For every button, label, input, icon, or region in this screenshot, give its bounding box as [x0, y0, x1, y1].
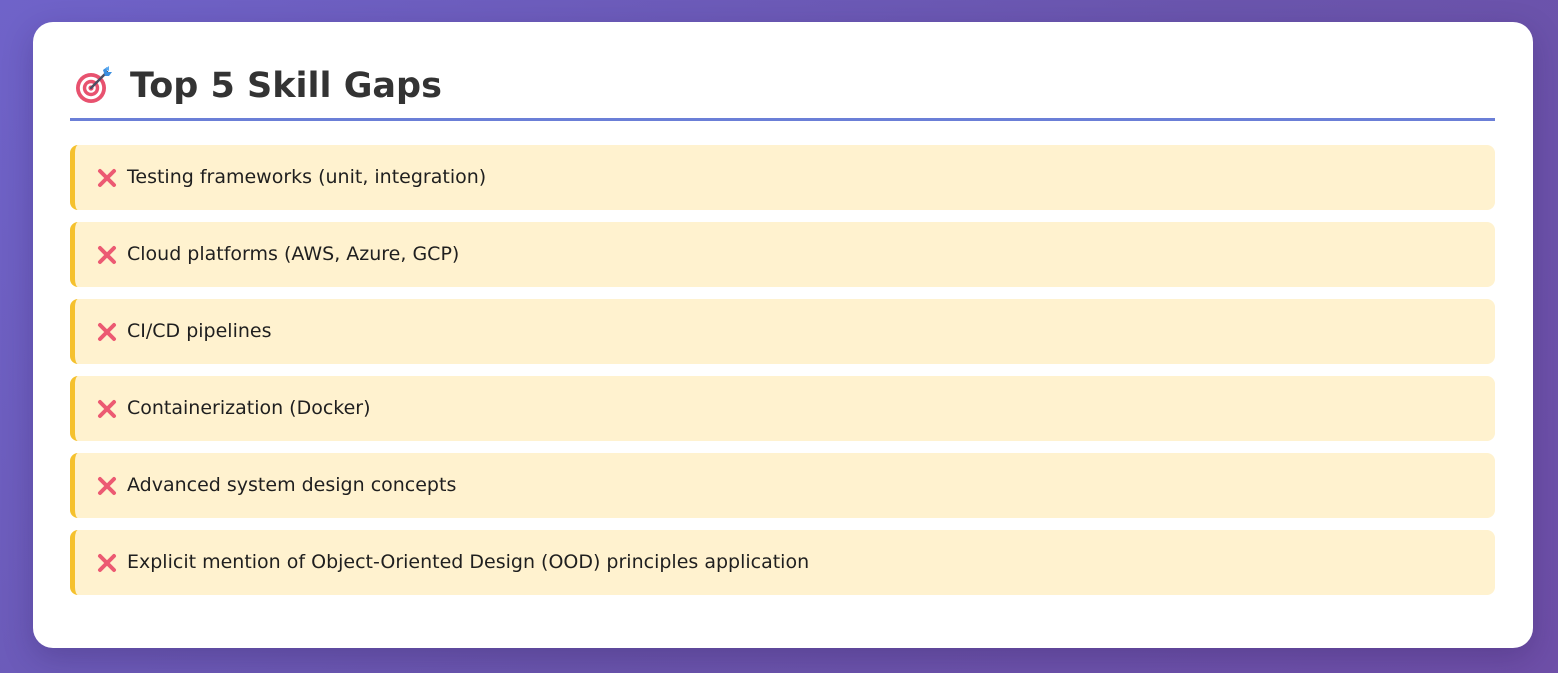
list-item-text: CI/CD pipelines — [127, 320, 272, 342]
list-item-text: Explicit mention of Object-Oriented Desi… — [127, 551, 810, 573]
list-item: Containerization (Docker) — [70, 376, 1495, 441]
list-item-text: Containerization (Docker) — [127, 397, 371, 419]
list-item: Testing frameworks (unit, integration) — [70, 145, 1495, 210]
cross-icon — [96, 244, 127, 266]
list-item-text: Advanced system design concepts — [127, 474, 457, 496]
skill-gap-list: Testing frameworks (unit, integration) C… — [70, 145, 1495, 595]
cross-icon — [96, 552, 127, 574]
cross-icon — [96, 475, 127, 497]
list-item: Explicit mention of Object-Oriented Desi… — [70, 530, 1495, 595]
list-item: Advanced system design concepts — [70, 453, 1495, 518]
cross-icon — [96, 167, 127, 189]
card-header: Top 5 Skill Gaps — [70, 22, 1495, 121]
list-item-text: Testing frameworks (unit, integration) — [127, 166, 487, 188]
list-item: Cloud platforms (AWS, Azure, GCP) — [70, 222, 1495, 287]
page-title: Top 5 Skill Gaps — [130, 65, 442, 106]
target-icon — [74, 66, 114, 106]
list-item: CI/CD pipelines — [70, 299, 1495, 364]
list-item-text: Cloud platforms (AWS, Azure, GCP) — [127, 243, 460, 265]
skill-gaps-card: Top 5 Skill Gaps Testing frameworks (uni… — [33, 22, 1533, 648]
cross-icon — [96, 321, 127, 343]
cross-icon — [96, 398, 127, 420]
